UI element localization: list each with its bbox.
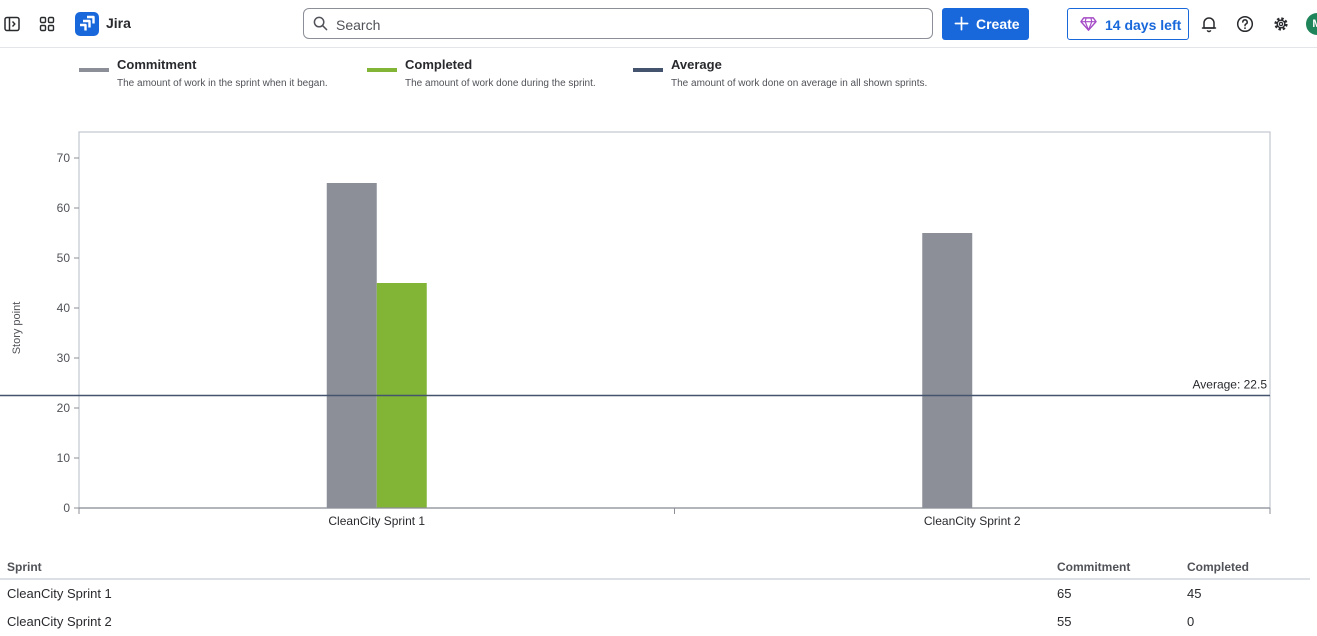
app-switcher-icon[interactable] (39, 16, 55, 32)
cell-completed: 45 (1187, 586, 1202, 601)
search-box[interactable] (303, 8, 933, 39)
y-tick-label: 10 (57, 451, 71, 465)
y-tick-label: 0 (63, 501, 70, 515)
legend-title: Commitment (117, 57, 197, 72)
plot-area-frame (78, 131, 1271, 509)
legend-description: The amount of work done during the sprin… (405, 78, 596, 89)
legend-description: The amount of work in the sprint when it… (117, 78, 328, 89)
y-tick-label: 30 (57, 351, 71, 365)
trial-days-left-button[interactable]: 14 days left (1067, 8, 1189, 40)
column-header-completed: Completed (1187, 560, 1250, 574)
search-input[interactable] (334, 13, 928, 36)
legend-swatch-completed (367, 68, 397, 72)
jira-logo[interactable] (75, 12, 99, 36)
trial-days-left-label: 14 days left (1105, 17, 1182, 33)
bar-commitment (922, 233, 973, 508)
column-header-commitment: Commitment (1057, 560, 1131, 574)
velocity-chart: 0 10 20 30 40 50 60 70 Story point CleanCity Spri… (0, 131, 1271, 528)
y-tick-label: 40 (57, 301, 71, 315)
cell-completed: 0 (1187, 614, 1195, 629)
legend-title: Completed (405, 57, 473, 72)
app-name[interactable]: Jira (106, 15, 131, 31)
x-tick-label: CleanCity Sprint 1 (328, 514, 425, 528)
cell-commitment: 55 (1057, 614, 1072, 629)
legend-swatch-average (633, 68, 663, 72)
legend-title: Average (671, 57, 722, 72)
bell-icon[interactable] (1200, 15, 1218, 33)
table-row: CleanCity Sprint 1 65 45 (0, 580, 1310, 608)
legend-description: The amount of work done on average in al… (671, 78, 928, 89)
column-header-sprint: Sprint (7, 560, 42, 574)
cell-sprint-name[interactable]: CleanCity Sprint 2 (7, 614, 112, 629)
gem-icon (1080, 17, 1097, 31)
table-row: CleanCity Sprint 2 55 0 (0, 608, 1310, 636)
y-axis-label: Story point (11, 302, 23, 355)
cell-commitment: 65 (1057, 586, 1072, 601)
y-tick-label: 70 (57, 151, 71, 165)
y-tick-label: 60 (57, 201, 71, 215)
gear-icon[interactable] (1272, 15, 1290, 33)
create-button[interactable]: Create (942, 8, 1029, 40)
y-tick-label: 50 (57, 251, 71, 265)
legend-swatch-commitment (79, 68, 109, 72)
create-button-label: Create (976, 16, 1020, 32)
y-tick-label: 20 (57, 401, 71, 415)
top-navigation-bar: Jira Create 14 days left M (0, 0, 1317, 48)
search-icon (313, 16, 328, 31)
plus-icon (954, 16, 969, 31)
avatar[interactable]: M (1306, 13, 1317, 35)
cell-sprint-name[interactable]: CleanCity Sprint 1 (7, 586, 112, 601)
x-tick-label: CleanCity Sprint 2 (924, 514, 1021, 528)
help-icon[interactable] (1236, 15, 1254, 33)
sidebar-toggle-icon[interactable] (4, 16, 20, 32)
average-label: Average: 22.5 (1192, 378, 1267, 392)
jira-logo-icon (80, 15, 95, 31)
bar-commitment (326, 183, 377, 508)
